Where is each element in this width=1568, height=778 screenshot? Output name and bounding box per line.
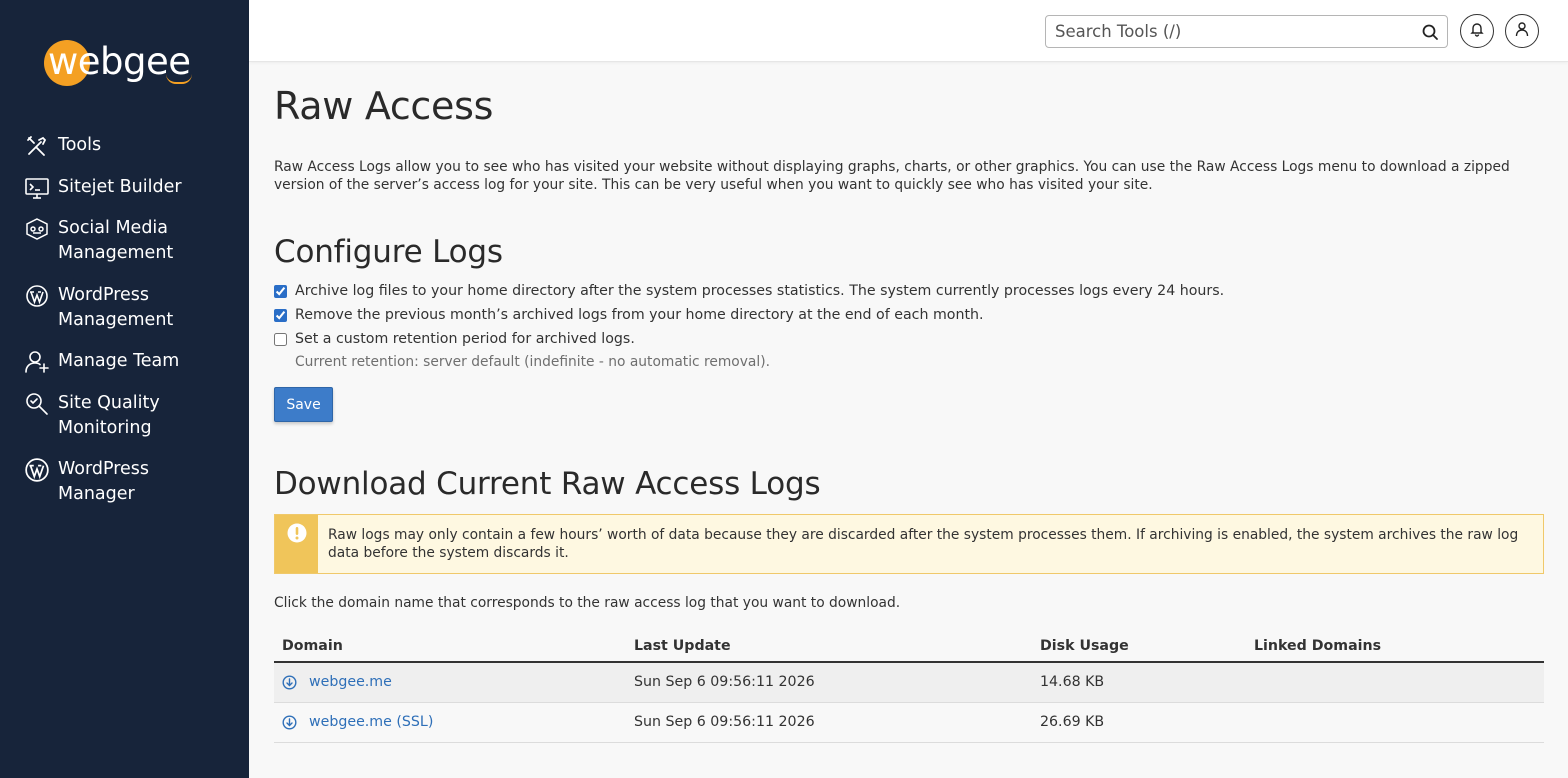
download-logs-heading: Download Current Raw Access Logs: [274, 466, 821, 502]
archive-logs-checkbox[interactable]: [274, 284, 287, 298]
sidebar-item-label: Social Media Management: [58, 218, 174, 263]
disk-usage-cell: 26.69 KB: [1032, 702, 1246, 743]
raw-logs-table: Domain Last Update Disk Usage Linked Dom…: [274, 630, 1544, 743]
sidebar-item-label: Site Quality Monitoring: [58, 393, 160, 438]
exclamation-icon: [287, 523, 307, 573]
domain-link-text: webgee.me: [309, 674, 392, 691]
tools-icon: [24, 133, 50, 159]
table-row: webgee.me Sun Sep 6 09:56:11 2026 14.68 …: [274, 662, 1544, 703]
sidebar-item-label: WordPress Manager: [58, 459, 150, 504]
domain-link-text: webgee.me (SSL): [309, 714, 434, 730]
sidebar-item-label: Manage Team: [58, 351, 180, 371]
sidebar-item-sitejet-builder[interactable]: Sitejet Builder: [24, 175, 208, 201]
webgee-logo[interactable]: webgee: [44, 38, 192, 86]
disk-usage-cell: 14.68 KB: [1032, 662, 1246, 703]
linked-domains-cell: [1246, 702, 1544, 743]
column-header-domain[interactable]: Domain: [274, 630, 626, 663]
table-header-row: Domain Last Update Disk Usage Linked Dom…: [274, 630, 1544, 663]
table-row: webgee.me (SSL) Sun Sep 6 09:56:11 2026 …: [274, 702, 1544, 743]
warning-callout: Raw logs may only contain a few hours’ w…: [274, 514, 1544, 574]
remove-archived-label: Remove the previous month’s archived log…: [295, 307, 984, 323]
page-intro: Raw Access Logs allow you to see who has…: [274, 159, 1510, 193]
retention-note: Current retention: server default (indef…: [295, 354, 770, 370]
sidebar-item-social-media-management[interactable]: Social Media Management: [24, 216, 208, 266]
sidebar-item-tools[interactable]: Tools: [24, 133, 208, 159]
page-title: Raw Access: [274, 84, 494, 128]
user-icon: [1514, 21, 1530, 41]
wordpress-icon: [24, 283, 50, 309]
download-log-link[interactable]: webgee.me: [282, 674, 626, 690]
search-input[interactable]: [1046, 16, 1406, 47]
sidebar-item-wordpress-management[interactable]: WordPress Management: [24, 283, 208, 333]
sidebar: webgee Tools Sitejet Builder Social Medi…: [0, 0, 249, 778]
configure-logs-heading: Configure Logs: [274, 234, 503, 270]
notifications-button[interactable]: [1460, 14, 1494, 48]
column-header-disk-usage[interactable]: Disk Usage: [1032, 630, 1246, 663]
bell-icon: [1469, 21, 1485, 41]
wordpress-icon: [24, 457, 50, 483]
linked-domains-cell: [1246, 662, 1544, 703]
column-header-last-update[interactable]: Last Update: [626, 630, 1032, 663]
search-icon[interactable]: [1421, 23, 1439, 41]
sidebar-item-wordpress-manager[interactable]: WordPress Manager: [24, 457, 208, 507]
download-log-link[interactable]: webgee.me (SSL): [282, 714, 626, 730]
custom-retention-checkbox[interactable]: [274, 332, 287, 346]
save-button[interactable]: Save: [274, 387, 333, 422]
download-icon: [282, 675, 297, 690]
custom-retention-option[interactable]: Set a custom retention period for archiv…: [274, 331, 635, 347]
user-menu-button[interactable]: [1505, 14, 1539, 48]
top-header: [249, 0, 1568, 62]
last-update-cell: Sun Sep 6 09:56:11 2026: [626, 702, 1032, 743]
archive-logs-option[interactable]: Archive log files to your home directory…: [274, 283, 1224, 299]
remove-archived-option[interactable]: Remove the previous month’s archived log…: [274, 307, 984, 323]
warning-bar: [275, 515, 318, 573]
remove-archived-checkbox[interactable]: [274, 308, 287, 322]
sidebar-item-label: Tools: [58, 135, 102, 155]
domain-cell: webgee.me: [274, 662, 626, 703]
custom-retention-label: Set a custom retention period for archiv…: [295, 331, 635, 347]
search-box: [1045, 15, 1448, 48]
sidebar-item-label: Sitejet Builder: [58, 177, 182, 197]
sidebar-item-site-quality-monitoring[interactable]: Site Quality Monitoring: [24, 391, 208, 441]
last-update-cell: Sun Sep 6 09:56:11 2026: [626, 662, 1032, 703]
sidebar-item-manage-team[interactable]: Manage Team: [24, 349, 208, 375]
sidebar-item-label: WordPress Management: [58, 285, 174, 330]
download-icon: [282, 714, 297, 730]
column-header-linked-domains[interactable]: Linked Domains: [1246, 630, 1544, 663]
domain-cell: webgee.me (SSL): [274, 702, 626, 743]
magnifier-icon: [24, 391, 50, 417]
warning-text: Raw logs may only contain a few hours’ w…: [328, 527, 1519, 561]
add-user-icon: [24, 349, 50, 375]
monitor-icon: [24, 175, 50, 201]
archive-logs-label: Archive log files to your home directory…: [295, 283, 1225, 299]
download-instruction: Click the domain name that corresponds t…: [274, 595, 901, 611]
social-icon: [24, 216, 50, 242]
